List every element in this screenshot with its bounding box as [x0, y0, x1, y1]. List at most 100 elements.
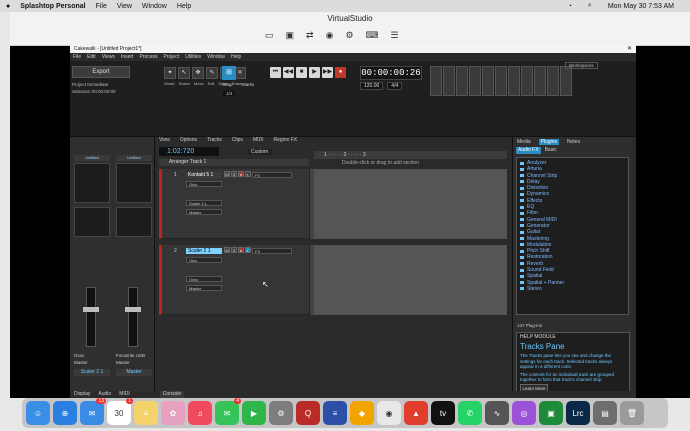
- now-time[interactable]: 1:02:720: [159, 147, 219, 156]
- calendar-icon[interactable]: 30 1: [107, 398, 133, 425]
- track-name[interactable]: Kontakt 5 1: [186, 172, 222, 178]
- trash-icon[interactable]: 🗑: [620, 401, 644, 425]
- sends-bin[interactable]: [74, 207, 110, 237]
- monitor-icon[interactable]: ▭: [265, 30, 274, 41]
- menu-utilities[interactable]: Utilities: [185, 54, 201, 60]
- play-icon[interactable]: ▶: [309, 67, 320, 78]
- whatsapp-icon[interactable]: ✆: [458, 401, 482, 425]
- fx-bin[interactable]: FX: [252, 248, 292, 254]
- tree-item[interactable]: Stereo: [519, 286, 626, 292]
- clock[interactable]: Mon May 30 7:53 AM: [608, 3, 674, 10]
- finder-icon[interactable]: ☺: [26, 401, 50, 425]
- audio-icon[interactable]: ∿: [485, 401, 509, 425]
- module-slot[interactable]: [495, 66, 507, 96]
- notes-icon[interactable]: ≡: [134, 401, 158, 425]
- track-2[interactable]: 2 Scaler 2 1 M S ● ◐ Olox Oxxx Master FX: [159, 245, 309, 315]
- fx-bin[interactable]: FX: [252, 172, 292, 178]
- input-field[interactable]: Olox: [186, 257, 222, 263]
- strip-label[interactable]: Master: [116, 369, 152, 376]
- module-slot[interactable]: [521, 66, 533, 96]
- menu-window[interactable]: Window: [142, 3, 167, 10]
- keyboard-icon[interactable]: ⌨: [366, 30, 379, 41]
- quora-icon[interactable]: Q: [296, 401, 320, 425]
- strip-name[interactable]: Untitled: [74, 155, 110, 161]
- pdf-icon[interactable]: ▲: [404, 401, 428, 425]
- module-slot[interactable]: [430, 66, 442, 96]
- stop-icon[interactable]: ■: [296, 67, 307, 78]
- music-icon[interactable]: ♫: [188, 401, 212, 425]
- tab-notes[interactable]: Notes: [567, 139, 580, 145]
- io-output[interactable]: Master: [116, 360, 130, 365]
- facetime-icon[interactable]: ▶: [242, 401, 266, 425]
- module-slot[interactable]: [508, 66, 520, 96]
- module-slot[interactable]: [456, 66, 468, 96]
- time-display[interactable]: 00:00:00:26: [360, 66, 422, 80]
- fx-bin[interactable]: [74, 163, 110, 203]
- audio-fx-tab[interactable]: Audio FX: [516, 147, 541, 154]
- menu-views[interactable]: Views: [102, 54, 115, 60]
- menu-process[interactable]: Process: [139, 54, 157, 60]
- preview-icon[interactable]: ▤: [593, 401, 617, 425]
- tempo-value[interactable]: 120.00: [360, 82, 384, 90]
- menu-help[interactable]: Help: [177, 3, 191, 10]
- search-icon[interactable]: ⌕: [588, 2, 592, 10]
- settings-icon[interactable]: ⚙: [345, 30, 353, 41]
- menu-region-fx[interactable]: Region FX: [274, 137, 298, 145]
- menu-view[interactable]: View: [117, 3, 132, 10]
- chrome-icon[interactable]: ◉: [377, 401, 401, 425]
- strip-name[interactable]: Untitled: [116, 155, 152, 161]
- monitor-button[interactable]: ◐: [245, 171, 251, 177]
- strip-label[interactable]: Scaler 2 1: [74, 369, 110, 376]
- custom-dropdown[interactable]: Custom: [247, 149, 273, 155]
- menu-view[interactable]: View: [159, 137, 170, 145]
- record-arm-button[interactable]: ●: [238, 171, 244, 177]
- menu-edit[interactable]: Edit: [87, 54, 96, 60]
- solo-button[interactable]: S: [231, 171, 237, 177]
- record-icon[interactable]: ●: [335, 67, 346, 78]
- menu-window[interactable]: Window: [207, 54, 225, 60]
- more-icon[interactable]: ☰: [391, 30, 399, 41]
- lightroom-icon[interactable]: Lrc: [566, 401, 590, 425]
- close-icon[interactable]: ✕: [627, 45, 632, 52]
- volume-fader[interactable]: [128, 287, 138, 347]
- fx-bin[interactable]: [116, 163, 152, 203]
- monitor-button[interactable]: ◐: [245, 247, 251, 253]
- output-field[interactable]: Master: [186, 209, 222, 215]
- clips-pane[interactable]: [314, 159, 507, 398]
- sketch-icon[interactable]: ◆: [350, 401, 374, 425]
- wifi-icon[interactable]: ◔: [568, 3, 572, 10]
- basic-dropdown[interactable]: Basic: [545, 147, 557, 154]
- photos-icon[interactable]: ✿: [161, 401, 185, 425]
- tab-console[interactable]: Console: [159, 391, 185, 398]
- track-name[interactable]: Scaler 2 1: [186, 248, 222, 254]
- clip-lane[interactable]: [314, 245, 507, 315]
- tab-audio[interactable]: Audio: [98, 391, 111, 398]
- solo-button[interactable]: S: [231, 247, 237, 253]
- aux-field[interactable]: Oxxx: [186, 276, 222, 282]
- io-input[interactable]: Oxxx: [74, 353, 84, 358]
- record-arm-button[interactable]: ●: [238, 247, 244, 253]
- export-button[interactable]: Export: [72, 66, 130, 78]
- mute-button[interactable]: M: [224, 171, 230, 177]
- sends-bin[interactable]: [116, 207, 152, 237]
- rewind-icon[interactable]: ◀◀: [283, 67, 294, 78]
- menu-tracks[interactable]: Tracks: [207, 137, 222, 145]
- marks-label[interactable]: Marks: [242, 82, 254, 87]
- fader-knob[interactable]: [125, 307, 141, 312]
- workspaces-dropdown[interactable]: Workspaces: [565, 62, 598, 69]
- clip-lane[interactable]: [314, 169, 507, 239]
- tab-display[interactable]: Display: [74, 391, 90, 398]
- menu-midi[interactable]: MIDI: [253, 137, 264, 145]
- arranger-track[interactable]: Arranger Track 1: [159, 159, 309, 166]
- tab-midi[interactable]: MIDI: [119, 391, 130, 398]
- move-tool-icon[interactable]: ✥: [192, 67, 204, 79]
- module-slot[interactable]: [560, 66, 572, 96]
- app-name[interactable]: Splashtop Personal: [20, 3, 85, 10]
- menu-insert[interactable]: Insert: [121, 54, 134, 60]
- ibooks-icon[interactable]: ▣: [539, 401, 563, 425]
- system-preferences-icon[interactable]: ⚙: [269, 401, 293, 425]
- menu-project[interactable]: Project: [164, 54, 180, 60]
- edit-tool-icon[interactable]: ✎: [206, 67, 218, 79]
- snap-button[interactable]: ⊞: [222, 66, 236, 80]
- meter-value[interactable]: 4/4: [387, 82, 403, 90]
